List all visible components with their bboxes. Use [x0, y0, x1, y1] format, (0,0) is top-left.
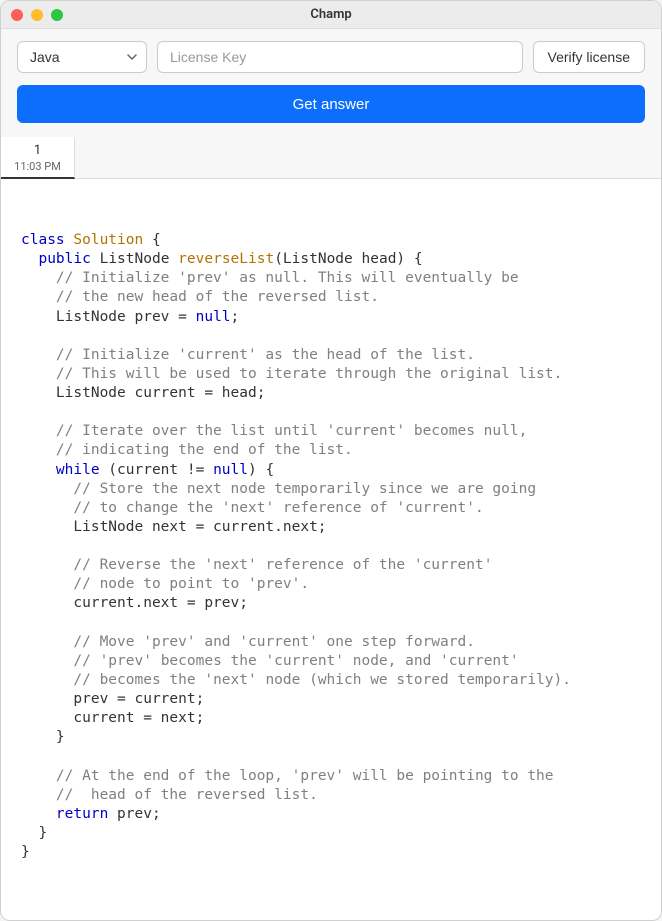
tabs-row: 1 11:03 PM [1, 137, 661, 179]
get-answer-row: Get answer [1, 85, 661, 137]
titlebar: Champ [1, 1, 661, 29]
language-select-wrap: Java [17, 41, 147, 73]
language-select[interactable]: Java [17, 41, 147, 73]
toolbar: Java Verify license [1, 29, 661, 85]
code-content: class Solution { public ListNode reverse… [21, 231, 649, 862]
tab-1[interactable]: 1 11:03 PM [1, 137, 75, 179]
close-icon[interactable] [11, 9, 23, 21]
code-area[interactable]: class Solution { public ListNode reverse… [1, 179, 661, 920]
tab-number: 1 [1, 143, 74, 158]
tab-timestamp: 11:03 PM [1, 160, 74, 173]
get-answer-button[interactable]: Get answer [17, 85, 645, 123]
verify-license-button[interactable]: Verify license [533, 41, 645, 73]
license-key-input[interactable] [157, 41, 523, 73]
minimize-icon[interactable] [31, 9, 43, 21]
traffic-lights [11, 9, 63, 21]
window-title: Champ [1, 7, 661, 22]
app-window: Champ Java Verify license Get answer 1 1… [0, 0, 662, 921]
maximize-icon[interactable] [51, 9, 63, 21]
